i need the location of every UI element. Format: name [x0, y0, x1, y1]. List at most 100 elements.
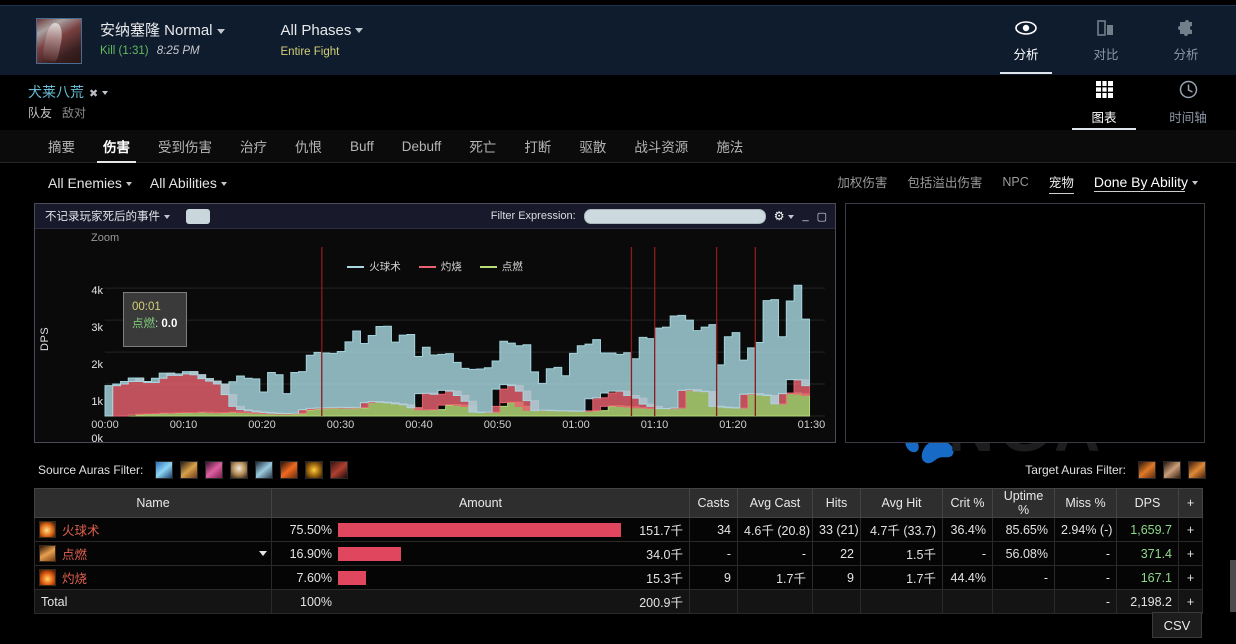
done-by-dropdown[interactable]: Done By Ability — [1093, 174, 1198, 192]
vertical-scrollbar[interactable] — [1230, 560, 1236, 612]
target-aura-icon-1[interactable] — [1138, 461, 1156, 479]
target-aura-icon-2[interactable] — [1163, 461, 1181, 479]
fight-selector[interactable]: 安纳塞隆 Normal — [100, 21, 225, 41]
toggle-pill[interactable] — [186, 208, 210, 224]
cell-name[interactable]: 火球术 — [34, 517, 272, 542]
tab-6[interactable]: Debuff — [388, 130, 456, 163]
secondary-chart-panel[interactable] — [845, 203, 1205, 443]
table-row[interactable]: 灼烧 7.60% 15.3千 9 1.7千 9 1.7千 44.4% - -167.1 + — [34, 565, 1203, 590]
column-header-3[interactable]: Avg Cast — [737, 488, 813, 518]
nav-item-compare[interactable]: 对比 — [1066, 6, 1146, 76]
gear-icon[interactable]: ⚙ — [774, 209, 795, 223]
amount-cell: 75.50% 151.7千 — [278, 520, 683, 539]
cell-name[interactable]: 点燃 — [34, 541, 272, 566]
row-expand-button[interactable]: + — [1178, 517, 1203, 542]
column-header-0[interactable]: Name — [34, 488, 272, 518]
column-header-8[interactable]: Miss % — [1054, 488, 1117, 518]
tab-8[interactable]: 打断 — [510, 130, 565, 163]
enemies-dropdown[interactable]: All Enemies — [48, 175, 132, 191]
puzzle-icon — [1175, 18, 1197, 38]
table-row[interactable]: 火球术 75.50% 151.7千 34 4.6千 (20.8) 33 (21) 4.7千 … — [34, 517, 1203, 542]
fireball-icon[interactable] — [39, 521, 56, 538]
abilities-dropdown[interactable]: All Abilities — [150, 175, 227, 191]
side-tab-friendly[interactable]: 队友 — [28, 106, 52, 120]
ignite-icon[interactable] — [39, 545, 56, 562]
scorch-icon[interactable] — [39, 569, 56, 586]
nav-item-analyze[interactable]: 分析 — [986, 6, 1066, 76]
total-casts — [689, 589, 738, 614]
csv-export-button[interactable]: CSV — [1152, 612, 1202, 638]
tab-5[interactable]: Buff — [336, 130, 388, 163]
y-axis-label: DPS — [39, 326, 51, 351]
filter-expression-input[interactable] — [583, 208, 766, 224]
ability-name-link[interactable]: 灼烧 — [62, 568, 87, 587]
phase-label: All Phases — [280, 21, 352, 39]
player-selector[interactable]: 犬莱八荒 ✖ — [28, 83, 109, 103]
aura-icon-3[interactable] — [205, 461, 224, 479]
column-header-9[interactable]: DPS — [1116, 488, 1179, 518]
tab-9[interactable]: 驱散 — [565, 130, 620, 163]
chevron-down-icon[interactable] — [259, 551, 267, 556]
aura-icon-5[interactable] — [255, 461, 274, 479]
column-header-4[interactable]: Hits — [812, 488, 861, 518]
column-header-2[interactable]: Casts — [689, 488, 738, 518]
cell-dps: 167.1 — [1116, 565, 1179, 590]
legend-swatch — [479, 265, 497, 268]
column-header-1[interactable]: Amount — [271, 488, 690, 518]
target-aura-icon-3[interactable] — [1188, 461, 1206, 479]
cell-name[interactable]: 灼烧 — [34, 565, 272, 590]
aura-icon-1[interactable] — [155, 461, 174, 479]
tab-2[interactable]: 受到伤害 — [144, 130, 226, 163]
aura-icon-8[interactable] — [330, 461, 349, 479]
chart-plot-area[interactable] — [104, 247, 825, 417]
aura-icon-7[interactable] — [305, 461, 324, 479]
source-aura-icon-list — [155, 461, 349, 479]
column-header-5[interactable]: Avg Hit — [860, 488, 943, 518]
column-header-7[interactable]: Uptime % — [992, 488, 1055, 518]
total-dps: 2,198.2 — [1116, 589, 1179, 614]
phase-info: All Phases Entire Fight — [281, 21, 364, 61]
view-item-chart[interactable]: 图表 — [1062, 75, 1146, 130]
done-by-label: Done By Ability — [1093, 174, 1188, 190]
tab-3[interactable]: 治疗 — [226, 130, 281, 163]
maximize-icon[interactable]: ▢ — [817, 210, 827, 223]
y-tick-3: 3k — [91, 322, 103, 335]
filter-option-3[interactable]: 宠物 — [1048, 172, 1074, 194]
nav-item-puzzle[interactable]: 分析 — [1146, 6, 1226, 76]
filter-option-1[interactable]: 包括溢出伤害 — [907, 172, 982, 194]
chart-body[interactable]: Zoom 火球术 灼烧 点燃 DPS 0k 1k 2k 3k 4k 00:00 00:10 00… — [35, 229, 835, 445]
ability-name-link[interactable]: 点燃 — [62, 544, 87, 563]
view-item-timeline[interactable]: 时间轴 — [1146, 75, 1230, 130]
x-tick-7: 01:10 — [640, 419, 669, 431]
phase-selector[interactable]: All Phases — [281, 21, 364, 41]
minimize-icon[interactable]: _ — [802, 210, 808, 222]
x-tick-9: 01:30 — [797, 419, 826, 431]
tab-0[interactable]: 摘要 — [34, 130, 89, 163]
fight-name-label: 安纳塞隆 Normal — [100, 22, 213, 40]
aura-icon-4[interactable] — [230, 461, 249, 479]
tab-4[interactable]: 仇恨 — [281, 130, 336, 163]
tab-7[interactable]: 死亡 — [455, 130, 510, 163]
filter-option-0[interactable]: 加权伤害 — [837, 172, 887, 194]
row-expand-button[interactable]: + — [1178, 541, 1203, 566]
close-icon[interactable]: ✖ — [89, 88, 98, 100]
aura-icon-2[interactable] — [180, 461, 199, 479]
total-expand-button[interactable]: + — [1178, 589, 1203, 614]
total-miss: - — [1054, 589, 1117, 614]
chevron-down-icon — [125, 182, 132, 187]
tooltip-time: 00:01 — [132, 301, 161, 313]
ability-name-link[interactable]: 火球术 — [62, 520, 100, 539]
aura-icon-6[interactable] — [280, 461, 299, 479]
filter-option-2[interactable]: NPC — [1002, 175, 1028, 192]
amount-bar-track — [338, 522, 621, 537]
death-filter-dropdown[interactable]: 不记录玩家死后的事件 — [45, 208, 170, 224]
x-tick-1: 00:10 — [169, 419, 198, 431]
column-header-6[interactable]: Crit % — [942, 488, 993, 518]
tab-10[interactable]: 战斗资源 — [620, 130, 702, 163]
row-expand-button[interactable]: + — [1178, 565, 1203, 590]
side-tab-enemy[interactable]: 敌对 — [62, 106, 86, 120]
column-header-10[interactable]: + — [1178, 488, 1203, 518]
tab-11[interactable]: 施法 — [702, 130, 757, 163]
tab-1[interactable]: 伤害 — [89, 130, 144, 163]
table-row[interactable]: 点燃 16.90% 34.0千 - -22 1.5千 -56.08% -371.4 + — [34, 541, 1203, 566]
